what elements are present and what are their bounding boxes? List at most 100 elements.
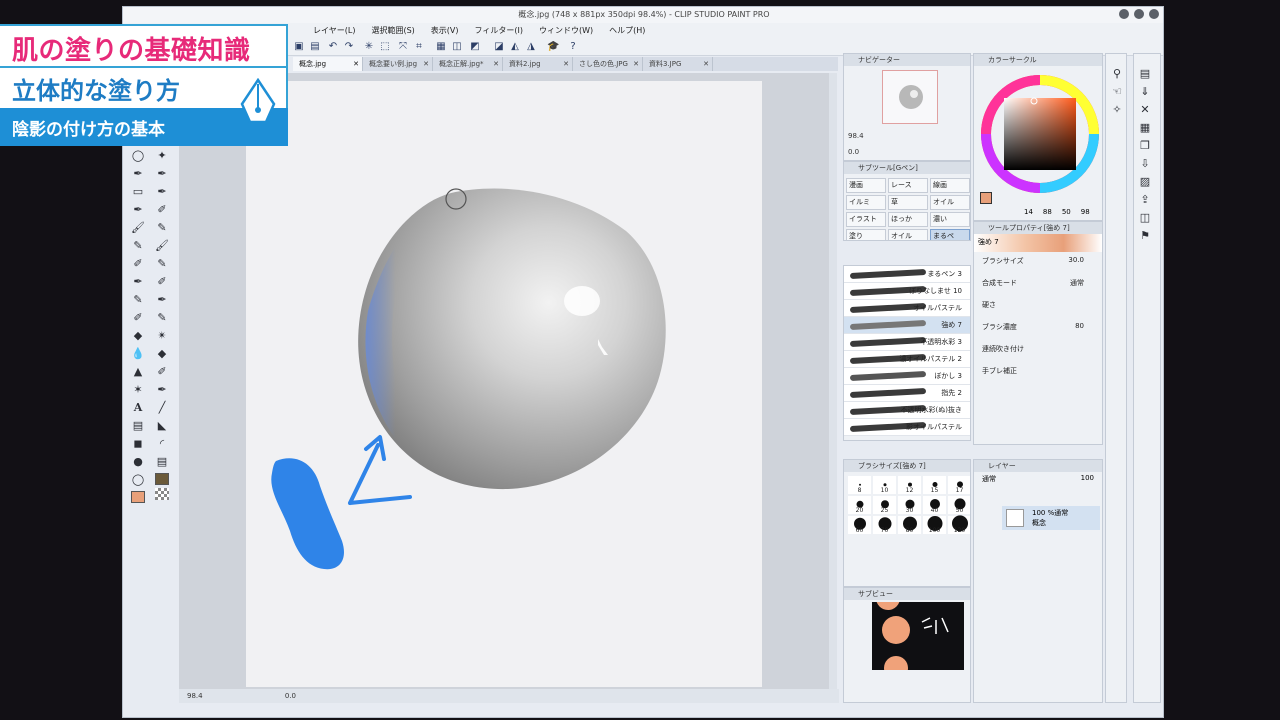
fill-icon[interactable]: ◆	[129, 328, 147, 344]
stamp-icon[interactable]: ✶	[129, 382, 147, 398]
brush-size-cell[interactable]: 60	[848, 516, 871, 534]
brush-row[interactable]: 濃オイルパステル 2	[844, 351, 970, 368]
shape-icon[interactable]: ◼	[129, 436, 147, 452]
layer-row[interactable]: 100 %通常 概念	[1002, 506, 1100, 530]
fill-icon[interactable]: ▦	[435, 41, 447, 53]
transparent-swatch[interactable]	[155, 488, 169, 500]
subtool-item[interactable]: 塗り	[846, 229, 886, 240]
airbrush-icon[interactable]: ✐	[129, 256, 147, 272]
blend-mode-value[interactable]: 通常	[1070, 278, 1084, 288]
search-icon[interactable]: ⚲	[1108, 66, 1126, 82]
snap-icon[interactable]: ◩	[469, 41, 481, 53]
menu-help[interactable]: ヘルプ(H)	[609, 23, 645, 38]
layer-blend-row[interactable]: 通常 100	[974, 472, 1102, 486]
menu-selection[interactable]: 選択範囲(S)	[371, 23, 414, 38]
close-tab-icon[interactable]: ✕	[563, 57, 569, 71]
close-button[interactable]	[1149, 9, 1159, 19]
menu-window[interactable]: ウィンドウ(W)	[539, 23, 593, 38]
learn-icon[interactable]: 🎓	[547, 41, 559, 53]
main-color-chip[interactable]	[980, 192, 992, 204]
star-icon[interactable]: ✴	[153, 328, 171, 344]
blend-icon[interactable]: ✐	[129, 310, 147, 326]
menu-layer[interactable]: レイヤー(L)	[313, 23, 355, 38]
wand-icon[interactable]: ✦	[153, 148, 171, 164]
curve-icon[interactable]: ◜	[153, 436, 171, 452]
fill-icon[interactable]: ◆	[153, 346, 171, 362]
eyedropper-icon[interactable]: ✒	[153, 382, 171, 398]
tab-doc-5[interactable]: さし色の色.JPG ✕	[573, 57, 643, 71]
brush-size-cell[interactable]: 25	[873, 496, 896, 514]
minimize-button[interactable]	[1119, 9, 1129, 19]
deselect-icon[interactable]: ⬚	[379, 41, 391, 53]
ellipse-icon[interactable]: ◯	[129, 472, 147, 488]
brush-row[interactable]: ぼかし 3	[844, 368, 970, 385]
brush-row[interactable]: 不透明水彩(ぬ)抜き	[844, 402, 970, 419]
tab-doc-2[interactable]: 概念要い例.jpg ✕	[363, 57, 433, 71]
redo-icon[interactable]: ↷	[343, 41, 355, 53]
subtool-item[interactable]: 草	[888, 195, 928, 210]
help-icon[interactable]: ?	[567, 41, 579, 53]
brush-size-value[interactable]: 30.0	[1068, 256, 1084, 264]
brush-size-cell[interactable]: 120	[948, 515, 970, 534]
dropper-icon[interactable]: ✎	[153, 310, 171, 326]
perspective-icon[interactable]: ◮	[525, 41, 537, 53]
frame-icon[interactable]: ▤	[129, 418, 147, 434]
crop-icon[interactable]: ⌗	[413, 41, 425, 53]
subtool-item-selected[interactable]: まるペ	[930, 229, 970, 240]
layer-blend-mode[interactable]: 通常	[982, 475, 996, 483]
frame-icon[interactable]: ◫	[1136, 210, 1154, 226]
maximize-button[interactable]	[1134, 9, 1144, 19]
close-tab-icon[interactable]: ✕	[703, 57, 709, 71]
brush-size-cell[interactable]: 30	[898, 496, 921, 514]
save-icon[interactable]: ▤	[309, 41, 321, 53]
text-icon[interactable]: A	[129, 400, 147, 416]
ruler-snap-icon[interactable]: ◭	[509, 41, 521, 53]
brush-size-cell[interactable]: 40	[923, 496, 946, 514]
gradient-icon[interactable]: ▲	[129, 364, 147, 380]
delete-icon[interactable]: ✕	[1136, 102, 1154, 118]
drop-icon[interactable]: 💧	[129, 346, 147, 362]
subview-image[interactable]	[872, 588, 964, 680]
pin-icon[interactable]: ⚑	[1136, 228, 1154, 244]
brush-row[interactable]: まるペン 3	[844, 266, 970, 283]
tab-doc-6[interactable]: 資料3.JPG ✕	[643, 57, 713, 71]
lasso-icon[interactable]: ◯	[129, 148, 147, 164]
subtool-item[interactable]: レース	[888, 178, 928, 193]
color-wheel[interactable]	[974, 66, 1103, 216]
canvas-scrollbar[interactable]	[829, 73, 837, 689]
brush-size-cell[interactable]: 50	[948, 496, 970, 514]
subtool-item[interactable]: 濃い	[930, 212, 970, 227]
image-icon[interactable]: ▨	[1136, 174, 1154, 190]
dot-icon[interactable]: ●	[129, 454, 147, 470]
navigator-angle[interactable]: 0.0	[848, 148, 859, 156]
line-icon[interactable]: ╱	[153, 400, 171, 416]
menu-filter[interactable]: フィルター(I)	[475, 23, 523, 38]
eraser-icon[interactable]: ✎	[153, 256, 171, 272]
table-icon[interactable]: ▤	[153, 454, 171, 470]
subtool-item[interactable]: イラスト	[846, 212, 886, 227]
blend-icon[interactable]: ✐	[153, 274, 171, 290]
pen-icon[interactable]: ✒	[153, 166, 171, 182]
new-page-icon[interactable]: ▤	[1136, 66, 1154, 82]
undo-icon[interactable]: ↶	[327, 41, 339, 53]
tab-doc-4[interactable]: 資料2.jpg ✕	[503, 57, 573, 71]
canvas-area[interactable]	[179, 73, 829, 689]
brush-size-cell[interactable]: 80	[898, 516, 921, 534]
brush-size-cell[interactable]: 100	[923, 516, 946, 534]
close-tab-icon[interactable]: ✕	[353, 57, 359, 71]
subtool-item[interactable]: オイル	[930, 195, 970, 210]
erase-icon[interactable]: ◫	[451, 41, 463, 53]
brush-row[interactable]: 指先 2	[844, 385, 970, 402]
menu-view[interactable]: 表示(V)	[431, 23, 459, 38]
brush-size-cell[interactable]: 10	[873, 476, 896, 494]
paper[interactable]	[246, 81, 762, 687]
stabilize-row[interactable]: 手ブレ補正	[974, 362, 1102, 384]
lightbulb-icon[interactable]: ✧	[1108, 102, 1126, 118]
brush-size-cell[interactable]: 12	[898, 476, 921, 494]
clear-icon[interactable]: ✳	[363, 41, 375, 53]
paste-icon[interactable]: ⇩	[1136, 156, 1154, 172]
blend-mode-row[interactable]: 合成モード 通常	[974, 274, 1102, 296]
continuous-row[interactable]: 連続吹き付け	[974, 340, 1102, 362]
brush-row-selected[interactable]: 強め 7	[844, 317, 970, 334]
pen-icon[interactable]: ✒	[129, 166, 147, 182]
